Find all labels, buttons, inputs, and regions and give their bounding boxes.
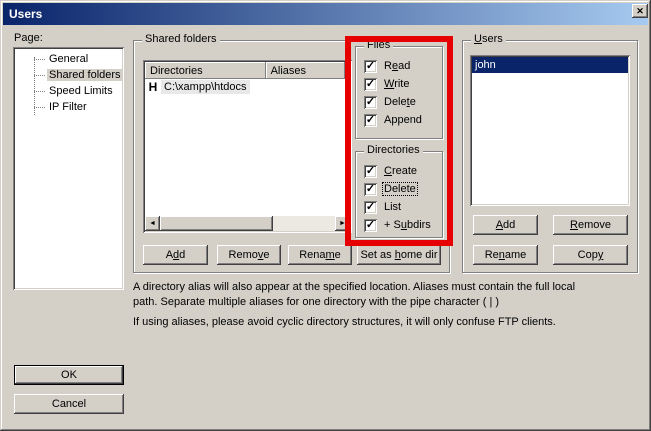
directories-permissions-group: Directories ✓ Create ✓ Delete ✓ List ✓ +… — [355, 151, 443, 238]
users-group-label: Users — [471, 33, 506, 45]
user-remove-button[interactable]: Remove — [553, 215, 628, 235]
close-icon: ✕ — [636, 6, 644, 16]
page-item-speed-limits[interactable]: Speed Limits — [13, 83, 122, 99]
checkbox-write[interactable]: ✓ Write — [364, 76, 410, 92]
scroll-right-button[interactable]: ► — [335, 216, 350, 231]
page-label: Page: — [14, 32, 43, 44]
users-dialog: Users ✕ Page: General Shared folders Spe… — [0, 0, 651, 431]
checkbox-create[interactable]: ✓ Create — [364, 163, 418, 179]
checkbox-checked-icon[interactable]: ✓ — [364, 114, 377, 127]
title-bar[interactable]: Users — [3, 3, 648, 25]
checkbox-append[interactable]: ✓ Append — [364, 112, 423, 128]
window-title: Users — [9, 7, 42, 21]
checkbox-checked-icon[interactable]: ✓ — [364, 165, 377, 178]
set-as-home-dir-button[interactable]: Set as home dir — [357, 245, 441, 265]
cancel-button[interactable]: Cancel — [14, 394, 124, 414]
arrow-right-icon: ► — [339, 220, 346, 227]
arrow-left-icon: ◄ — [149, 220, 156, 227]
page-item-shared-folders[interactable]: Shared folders — [13, 67, 122, 83]
checkbox-read[interactable]: ✓ Read — [364, 58, 411, 74]
checkbox-checked-icon[interactable]: ✓ — [364, 219, 377, 232]
user-copy-button[interactable]: Copy — [553, 245, 628, 265]
listview-header: Directories Aliases — [145, 62, 350, 79]
user-list-item[interactable]: john — [472, 57, 628, 73]
page-item-ip-filter[interactable]: IP Filter — [13, 99, 122, 115]
ok-button[interactable]: OK — [14, 365, 124, 385]
shared-add-button[interactable]: Add — [143, 245, 208, 265]
checkbox-checked-icon[interactable]: ✓ — [364, 201, 377, 214]
column-header-directories[interactable]: Directories — [145, 62, 266, 79]
shared-remove-button[interactable]: Remove — [217, 245, 281, 265]
home-dir-marker: H — [145, 80, 161, 94]
page-item-general[interactable]: General — [13, 51, 122, 67]
checkbox-list[interactable]: ✓ List — [364, 199, 402, 215]
directories-listview[interactable]: Directories Aliases H C:\xampp\htdocs ◄ … — [143, 60, 352, 233]
checkbox-delete-file[interactable]: ✓ Delete — [364, 94, 417, 110]
horizontal-scrollbar[interactable]: ◄ ► — [145, 216, 350, 231]
shared-rename-button[interactable]: Rename — [288, 245, 352, 265]
checkbox-checked-icon[interactable]: ✓ — [364, 183, 377, 196]
page-list[interactable]: General Shared folders Speed Limits IP F… — [13, 47, 124, 290]
scroll-left-button[interactable]: ◄ — [145, 216, 160, 231]
files-permissions-group: Files ✓ Read ✓ Write ✓ Delete ✓ Append — [355, 46, 443, 139]
checkbox-checked-icon[interactable]: ✓ — [364, 78, 377, 91]
files-group-label: Files — [364, 39, 393, 51]
user-rename-button[interactable]: Rename — [473, 245, 538, 265]
column-header-aliases[interactable]: Aliases — [266, 62, 345, 79]
checkbox-delete-dir[interactable]: ✓ Delete — [364, 181, 417, 197]
directories-group-label: Directories — [364, 144, 423, 156]
user-add-button[interactable]: Add — [473, 215, 538, 235]
shared-folders-group-label: Shared folders — [142, 33, 220, 45]
cyclic-note: If using aliases, please avoid cyclic di… — [133, 315, 556, 330]
directory-path: C:\xampp\htdocs — [161, 80, 250, 94]
close-button[interactable]: ✕ — [632, 4, 648, 18]
users-list[interactable]: john — [470, 55, 630, 206]
checkbox-subdirs[interactable]: ✓ + Subdirs — [364, 217, 432, 233]
checkbox-checked-icon[interactable]: ✓ — [364, 60, 377, 73]
alias-note: A directory alias will also appear at th… — [133, 280, 575, 310]
directory-row[interactable]: H C:\xampp\htdocs — [145, 79, 250, 95]
checkbox-checked-icon[interactable]: ✓ — [364, 96, 377, 109]
scrollbar-thumb[interactable] — [160, 216, 273, 231]
